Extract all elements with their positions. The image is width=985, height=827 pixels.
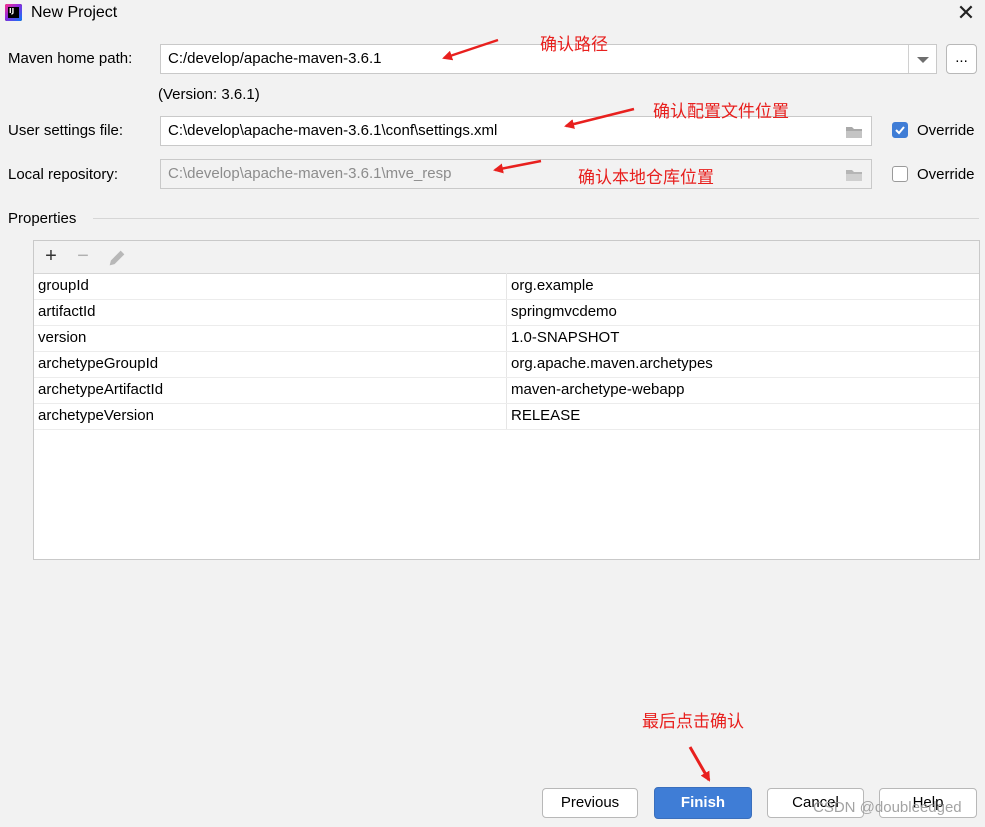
annotation-arrows	[442, 38, 711, 782]
finish-button[interactable]: Finish	[654, 787, 752, 819]
watermark: CSDN @doubleedged	[813, 799, 962, 816]
arrow-to-finish	[688, 746, 711, 782]
arrow-to-maven-home	[442, 38, 499, 61]
arrow-to-user-settings	[564, 107, 635, 129]
arrow-to-local-repo	[493, 159, 542, 174]
previous-button[interactable]: Previous	[542, 788, 638, 818]
